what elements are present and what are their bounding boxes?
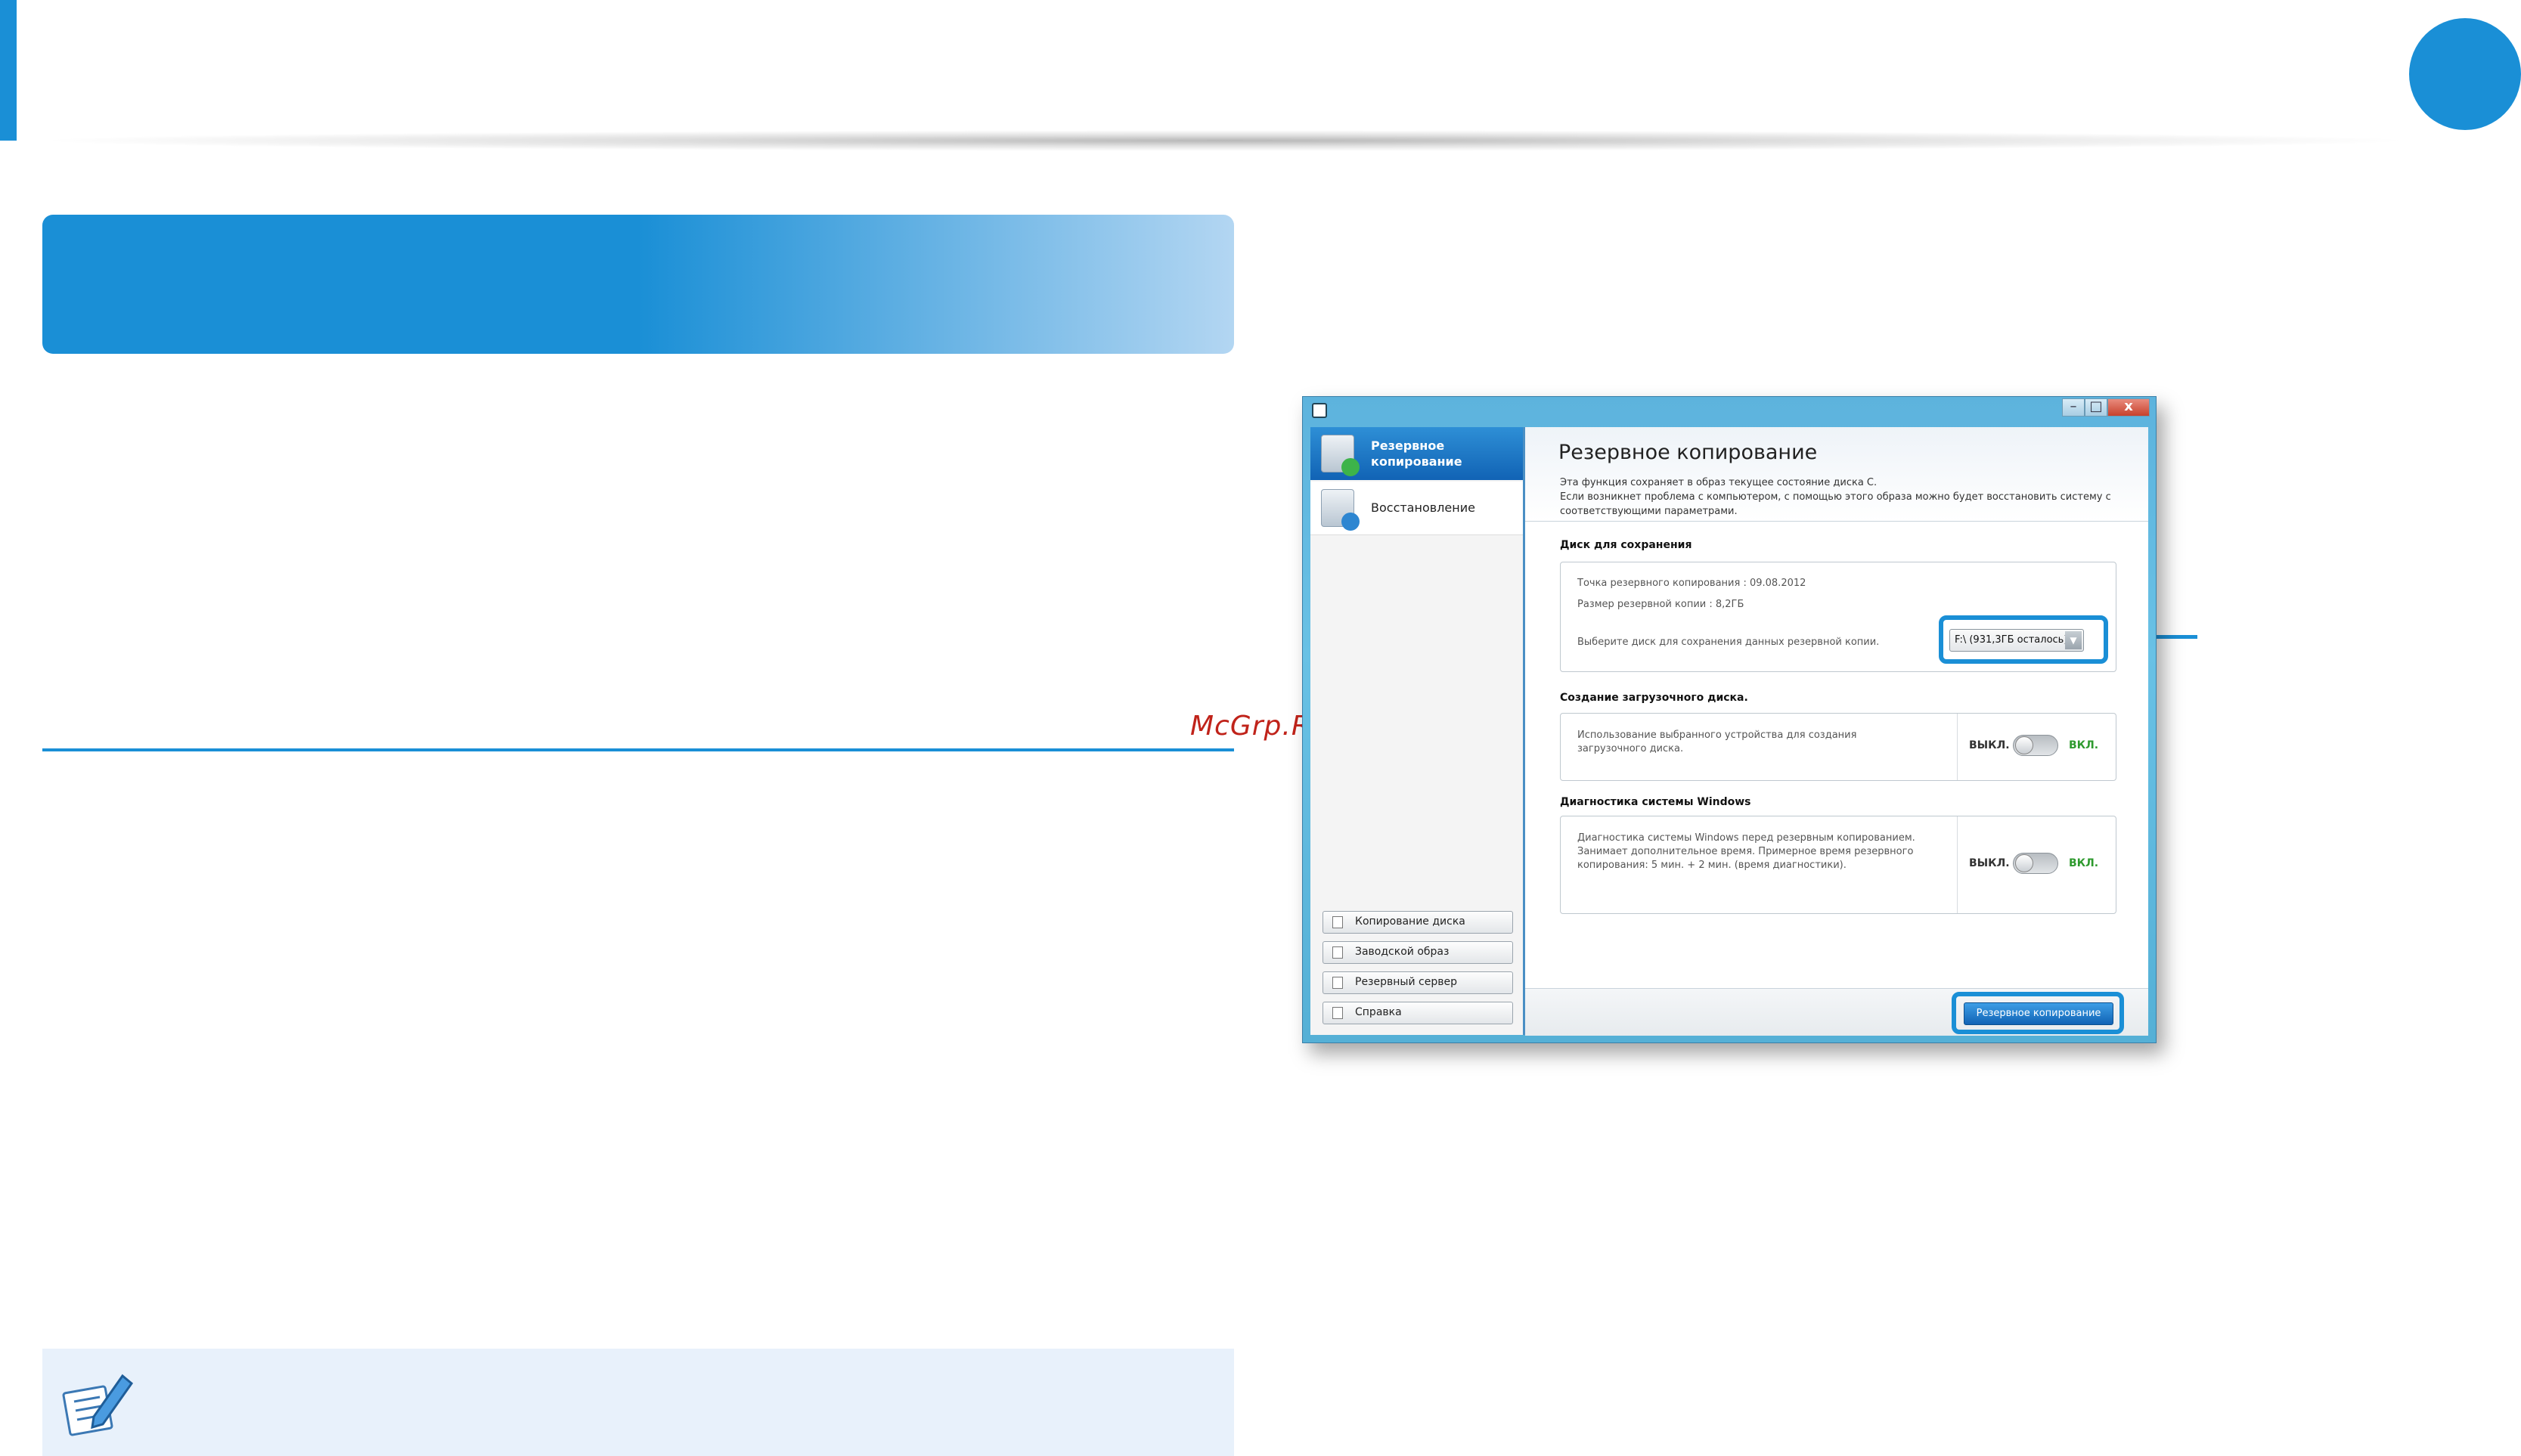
- toggle-on-label: ВКЛ.: [2069, 857, 2099, 869]
- backup-server-button[interactable]: Резервный сервер: [1323, 971, 1513, 994]
- diag-section-title: Диагностика системы Windows: [1560, 796, 1751, 808]
- window-titlebar: – □ x: [1303, 397, 2156, 424]
- window-client-area: Резервное копирование Восстановление Коп…: [1310, 427, 2148, 1036]
- page-description: Эта функция сохраняет в образ текущее со…: [1560, 476, 2135, 519]
- page-title: Резервное копирование: [1558, 441, 1818, 464]
- main-footer: Резервное копирование: [1525, 988, 2148, 1036]
- backup-size-text: Размер резервной копии : 8,2ГБ: [1577, 599, 1744, 610]
- page-number-badge: [2409, 18, 2521, 130]
- diag-section-text: Диагностика системы Windows перед резерв…: [1577, 832, 1915, 871]
- backup-point-text: Точка резервного копирования : 09.08.201…: [1577, 578, 1806, 589]
- backup-button-highlight: [1952, 992, 2124, 1034]
- diag-section: Диагностика системы Windows перед резерв…: [1560, 816, 2116, 914]
- backup-app-window: – □ x Резервное копирование Восстановлен…: [1302, 396, 2157, 1043]
- help-button[interactable]: Справка: [1323, 1002, 1513, 1024]
- help-label: Справка: [1355, 1006, 1402, 1018]
- page-header-area: [17, 0, 2512, 139]
- sidebar-item-backup[interactable]: Резервное копирование: [1310, 427, 1523, 480]
- restore-icon: [1321, 489, 1360, 531]
- boot-section-title: Создание загрузочного диска.: [1560, 692, 1748, 704]
- sidebar: Резервное копирование Восстановление Коп…: [1310, 427, 1525, 1035]
- factory-image-label: Заводской образ: [1355, 946, 1450, 958]
- backup-server-icon: [1332, 977, 1343, 989]
- description-line: Эта функция сохраняет в образ текущее со…: [1560, 477, 1878, 488]
- disk-copy-button[interactable]: Копирование диска: [1323, 911, 1513, 934]
- factory-image-icon: [1332, 946, 1343, 959]
- factory-image-button[interactable]: Заводской образ: [1323, 941, 1513, 964]
- disk-section-title: Диск для сохранения: [1560, 539, 1692, 551]
- sidebar-item-label: Резервное копирование: [1371, 438, 1462, 469]
- diagnostics-toggle[interactable]: [2013, 853, 2058, 874]
- boot-section-text: Использование выбранного устройства для …: [1577, 730, 1857, 754]
- toggle-off-label: ВЫКЛ.: [1969, 739, 2010, 751]
- minimize-button[interactable]: –: [2062, 398, 2085, 417]
- boot-disk-toggle[interactable]: [2013, 735, 2058, 756]
- page-left-accent-bar: [0, 0, 17, 141]
- divider: [1957, 816, 1958, 913]
- header-shadow: [30, 130, 2420, 151]
- toggle-on-label: ВКЛ.: [2069, 739, 2099, 751]
- choose-disk-label: Выберите диск для сохранения данных резе…: [1577, 637, 1880, 648]
- sidebar-item-restore[interactable]: Восстановление: [1310, 482, 1523, 535]
- main-panel: Резервное копирование Эта функция сохран…: [1525, 427, 2148, 1036]
- section-divider: [42, 748, 1234, 751]
- disk-select-highlight: [1939, 615, 2108, 664]
- main-header: Резервное копирование Эта функция сохран…: [1525, 427, 2148, 522]
- maximize-button[interactable]: □: [2085, 398, 2107, 417]
- backup-server-label: Резервный сервер: [1355, 976, 1457, 988]
- note-pencil-icon: [62, 1374, 134, 1436]
- description-line: Если возникнет проблема с компьютером, с…: [1560, 491, 2111, 517]
- disk-copy-icon: [1332, 916, 1343, 928]
- close-button[interactable]: x: [2107, 398, 2150, 417]
- backup-icon: [1321, 435, 1360, 476]
- disk-section: Точка резервного копирования : 09.08.201…: [1560, 562, 2116, 672]
- help-icon: [1332, 1007, 1343, 1019]
- toggle-off-label: ВЫКЛ.: [1969, 857, 2010, 869]
- disk-copy-label: Копирование диска: [1355, 915, 1465, 928]
- app-icon: [1312, 403, 1327, 418]
- section-banner: [42, 215, 1234, 354]
- sidebar-item-label: Восстановление: [1371, 500, 1475, 515]
- divider: [1957, 714, 1958, 780]
- boot-section: Использование выбранного устройства для …: [1560, 713, 2116, 781]
- note-box: [42, 1349, 1234, 1456]
